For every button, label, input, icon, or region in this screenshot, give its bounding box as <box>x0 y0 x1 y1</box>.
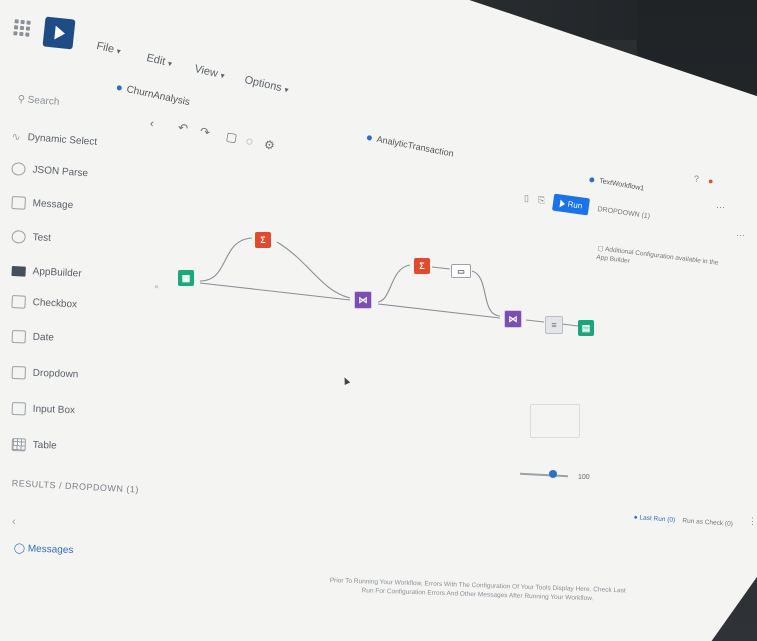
more-vertical-icon[interactable]: ⋮ <box>748 516 757 527</box>
connection-line <box>276 241 351 299</box>
workflow-connections: « <box>154 237 579 327</box>
output-tool-node[interactable]: ▤ <box>578 320 594 336</box>
join-tool-node[interactable]: ⋈ <box>354 291 372 309</box>
connection-line <box>199 282 351 301</box>
anchor-label: « <box>154 282 159 291</box>
connection-line <box>431 266 451 270</box>
connection-line <box>471 270 501 317</box>
connection-line <box>561 323 579 327</box>
zoom-slider-handle[interactable] <box>549 470 557 478</box>
zoom-value: 100 <box>578 474 590 481</box>
drop-placeholder <box>530 404 580 438</box>
select-tool-node[interactable]: ≡ <box>545 316 563 334</box>
app-window: File▾ Edit▾ View▾ Options▾ ChurnAnalysis… <box>0 0 757 641</box>
summarize-tool-node-2[interactable]: Σ <box>414 258 430 274</box>
connection-line <box>377 303 501 319</box>
join-tool-node-2[interactable]: ⋈ <box>504 310 522 328</box>
connection-line <box>525 319 545 323</box>
connection-line <box>199 237 253 282</box>
dropdown-tool-node[interactable]: ▭ <box>451 264 471 278</box>
summarize-tool-node[interactable]: Σ <box>255 232 271 248</box>
input-tool-node[interactable]: ▦ <box>178 270 194 286</box>
connection-line <box>377 264 411 303</box>
